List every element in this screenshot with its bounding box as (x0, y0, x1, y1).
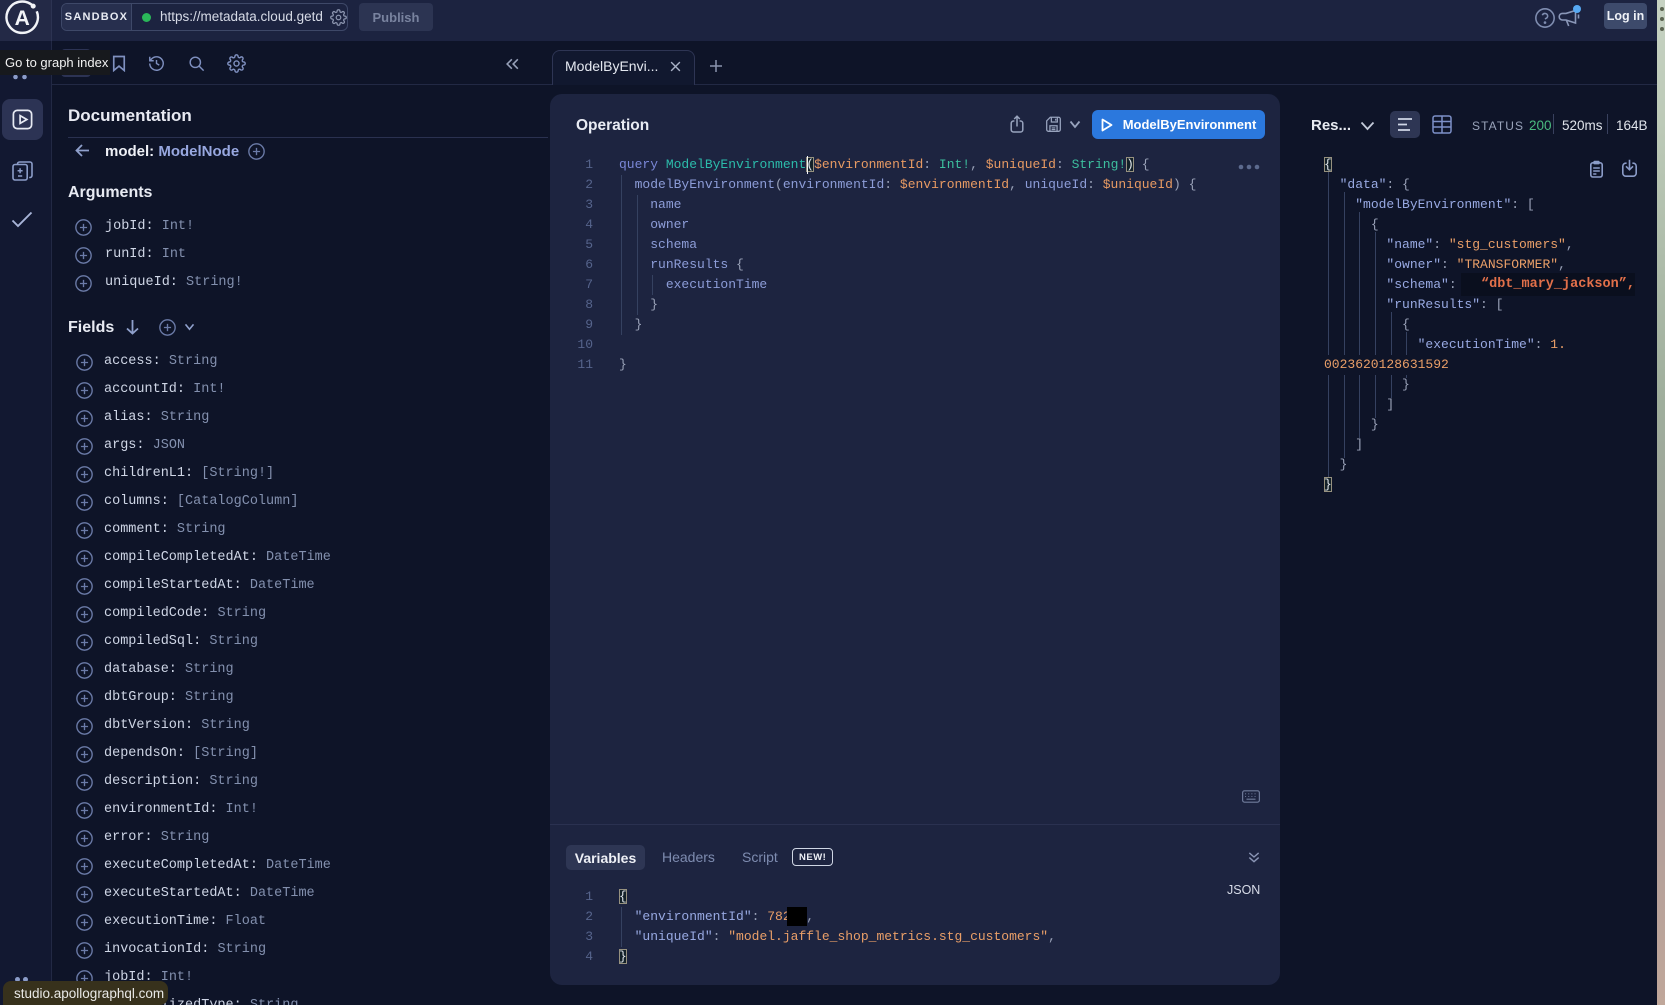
svg-text:A: A (15, 7, 30, 30)
